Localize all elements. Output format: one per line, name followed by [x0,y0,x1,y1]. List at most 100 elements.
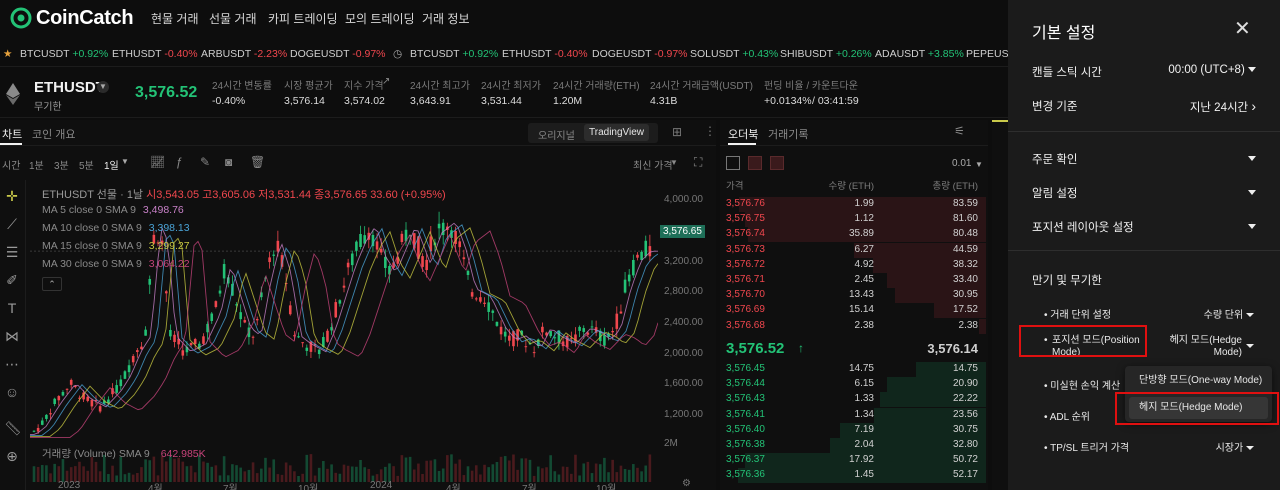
chart-type-icon[interactable]: 📈︎ [150,155,165,169]
interval-1m[interactable]: 1분 [29,157,44,172]
bid-row[interactable]: 3,576.38 2.04 32.80 [720,438,986,453]
candle-time-setting[interactable]: 캔들 스틱 시간 00:00 (UTC+8) [1032,64,1256,80]
brand-logo[interactable]: CoinCatch [10,7,134,29]
top-navigation: CoinCatch 현물 거래 선물 거래 카피 트레이딩 모의 트레이딩 거래… [0,0,1008,36]
ask-row[interactable]: 3,576.75 1.12 81.60 [720,212,986,228]
view-both-icon[interactable] [726,156,740,170]
close-icon[interactable]: ✕ [1234,16,1251,41]
nav-futures[interactable]: 선물 거래 [209,10,257,27]
change-basis-setting[interactable]: 변경 기준 지난 24시간 › [1032,98,1256,114]
ask-row[interactable]: 3,576.71 2.45 33.40 [720,273,986,288]
view-bids-icon[interactable] [770,156,784,170]
camera-icon[interactable]: ◙ [225,155,232,169]
more-vertical-icon[interactable]: ⋮ [704,124,716,138]
bid-row[interactable]: 3,576.41 1.34 23.56 [720,407,986,423]
ask-row[interactable]: 3,576.68 2.38 2.38 [720,318,986,334]
ask-row[interactable]: 3,576.72 4.92 38.32 [720,257,986,273]
star-icon[interactable]: ★ [3,48,12,60]
setting-label: ADL 순위 [1049,412,1091,423]
chevron-down-icon[interactable]: ▼ [121,157,129,166]
pair-symbol[interactable]: ETHUSDT [34,79,105,96]
collapse-legend-button[interactable]: ⌃ [42,277,62,291]
candle-body [32,430,36,432]
ticker-item[interactable]: SHIBUSDT +0.26% [780,48,872,60]
setting-value[interactable]: 수량 단위 [1204,306,1254,321]
ticker-item[interactable]: ETHUSDT -0.40% [112,48,198,60]
tab-chart[interactable]: 차트 [2,126,22,142]
view-original[interactable]: 오리지널 [538,127,575,142]
bid-row[interactable]: 3,576.43 1.33 22.22 [720,392,986,408]
setting-value[interactable]: 시장가 [1216,439,1254,454]
ask-row[interactable]: 3,576.70 13.43 30.95 [720,288,986,304]
ruler-icon[interactable]: 📏︎ [4,420,22,436]
zoom-icon[interactable]: ⊕ [4,448,20,464]
emoji-icon[interactable]: ☺ [4,384,20,400]
bid-row[interactable]: 3,576.40 7.19 30.75 [720,422,986,438]
interval-time[interactable]: 시간 [2,157,20,172]
tab-trade-history[interactable]: 거래기록 [768,126,808,142]
text-icon[interactable]: T [4,300,20,316]
ask-row[interactable]: 3,576.74 35.89 80.48 [720,227,986,243]
chevron-down-icon[interactable]: ▼ [97,81,109,93]
tab-orderbook[interactable]: 오더북 [728,126,758,142]
view-asks-icon[interactable] [748,156,762,170]
ask-row[interactable]: 3,576.76 1.99 83.59 [720,197,986,212]
price-type-select[interactable]: 최신 가격 [633,157,673,172]
interval-5m[interactable]: 5분 [79,157,94,172]
ask-row[interactable]: 3,576.73 6.27 44.59 [720,242,986,258]
horizontal-lines-icon[interactable]: ☰ [4,244,20,260]
time-tick: 4월 [148,484,163,490]
external-link-icon[interactable]: ↗ [382,76,390,87]
precision-select[interactable]: 0.01 [952,158,971,169]
nav-copy-trading[interactable]: 카피 트레이딩 [268,10,338,27]
view-tradingview[interactable]: TradingView [584,124,650,141]
nav-demo-trading[interactable]: 모의 트레이딩 [345,10,415,27]
unrealized-pnl-setting[interactable]: • 미실현 손익 계산 [1044,377,1124,392]
pattern-icon[interactable]: ⋈ [4,328,20,344]
ticker-item[interactable]: DOGEUSDT -0.97% [592,48,688,60]
brush-icon[interactable]: ✐ [4,272,20,288]
bid-row[interactable]: 3,576.36 1.45 52.17 [720,468,986,484]
trash-icon[interactable]: 🗑︎ [250,155,265,169]
measure-icon[interactable]: ⋯ [4,356,20,372]
fullscreen-icon[interactable]: ⛶ [694,155,702,170]
ticker-item[interactable]: ADAUSDT +3.85% [875,48,964,60]
trade-unit-setting[interactable]: • 거래 단위 설정 수량 단위 [1044,306,1254,321]
trendline-icon[interactable]: ⟋ [4,216,20,232]
ticker-item[interactable]: PEPEUSD [966,48,1008,60]
pencil-icon[interactable]: ✎ [200,155,210,169]
ticker-item[interactable]: ARBUSDT -2.23% [201,48,287,60]
ticker-item[interactable]: BTCUSDT +0.92% [410,48,498,60]
option-one-way-mode[interactable]: 단방향 모드(One-way Mode) [1129,370,1268,392]
ticker-item[interactable]: ETHUSDT -0.40% [502,48,588,60]
nav-spot[interactable]: 현물 거래 [151,10,199,27]
nav-trade-info[interactable]: 거래 정보 [422,10,470,27]
indicator-icon[interactable]: ƒ [176,155,183,169]
ask-row[interactable]: 3,576.69 15.14 17.52 [720,303,986,319]
section-label: 알림 설정 [1032,188,1078,200]
grid-layout-icon[interactable]: ⊞ [672,125,682,139]
bid-row[interactable]: 3,576.44 6.15 20.90 [720,377,986,393]
ticker-item[interactable]: DOGEUSDT -0.97% [290,48,386,60]
bid-row[interactable]: 3,576.45 14.75 14.75 [720,362,986,377]
candle-body [549,331,552,337]
interval-3m[interactable]: 3분 [54,157,69,172]
settings-icon[interactable]: ⚙ [682,478,691,489]
order-confirm-section[interactable]: 주문 확인 [1032,151,1256,167]
interval-1d[interactable]: 1일 [104,157,119,172]
setting-value[interactable]: 헤지 모드(Hedge Mode) [1162,335,1242,359]
tab-coin-overview[interactable]: 코인 개요 [32,126,76,142]
ticker-item[interactable]: BTCUSDT +0.92% [20,48,108,60]
alert-settings-section[interactable]: 알림 설정 [1032,185,1256,201]
crosshair-icon[interactable]: ✛ [4,188,20,204]
adl-rank-setting[interactable]: • ADL 순위 [1044,408,1124,423]
caret-down-icon[interactable] [1246,344,1254,348]
position-layout-section[interactable]: 포지션 레이아웃 설정 [1032,219,1256,235]
ticker-item[interactable]: SOLUSDT +0.43% [690,48,778,60]
chevron-down-icon[interactable]: ▼ [670,158,678,167]
filter-settings-icon[interactable]: ⚟ [954,124,965,138]
clock-icon: ◷ [393,48,403,60]
bid-row[interactable]: 3,576.37 17.92 50.72 [720,453,986,469]
chevron-down-icon[interactable]: ▼ [975,160,983,169]
tpsl-trigger-setting[interactable]: • TP/SL 트리거 가격 시장가 [1044,439,1254,454]
